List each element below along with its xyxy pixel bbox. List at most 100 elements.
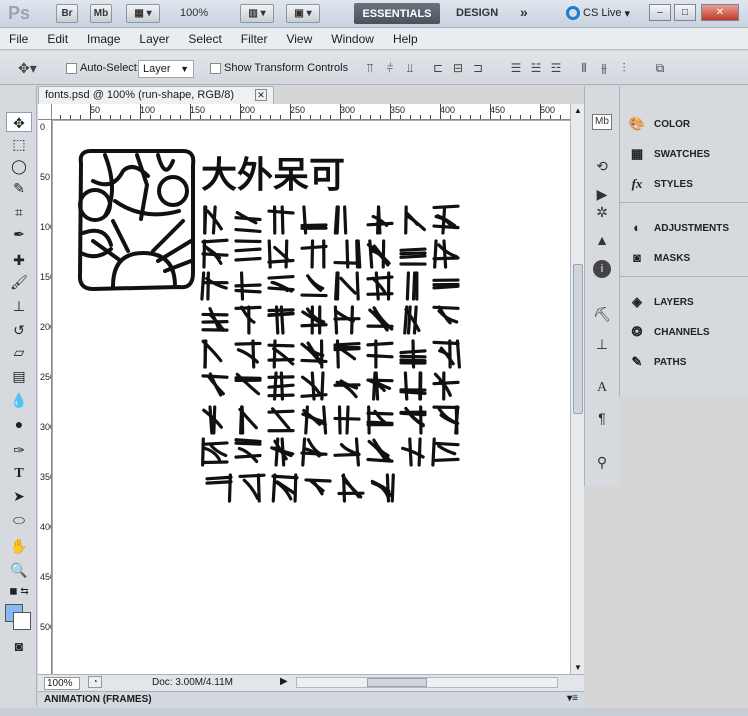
animation-panel-label: ANIMATION (FRAMES) [44,694,152,705]
quick-mask-icon[interactable]: ◙ [6,636,32,656]
gradient-tool-icon[interactable]: ▤ [6,366,32,386]
scroll-down-icon[interactable]: ▼ [574,663,582,672]
marquee-tool-icon[interactable]: ⬚ [6,134,32,154]
panel-menu-icon[interactable]: ▾≡ [567,693,578,704]
character-icon[interactable]: A [592,378,612,398]
tool-presets-icon[interactable]: ⛏ [592,304,612,324]
align-left-icon[interactable]: ⊏ [430,61,446,75]
menu-select[interactable]: Select [188,32,230,46]
show-transform-checkbox[interactable] [210,63,221,74]
move-tool-preset-icon[interactable]: ✥▾ [18,61,37,75]
maximize-button[interactable]: □ [674,4,696,21]
close-icon[interactable]: ✕ [255,89,267,101]
lasso-tool-icon[interactable]: ◯ [6,156,32,176]
scrollbar-thumb[interactable] [573,264,583,414]
menu-layer[interactable]: Layer [139,32,178,46]
arrange-documents-button[interactable]: ▥ ▾ [240,4,274,23]
zoom-level-dropdown[interactable]: 100% [180,7,208,19]
quick-select-tool-icon[interactable]: ✎ [6,178,32,198]
bridge-button[interactable]: Br [56,4,78,23]
distribute-bottom-icon[interactable]: ☲ [548,61,564,75]
document-tab[interactable]: fonts.psd @ 100% (run-shape, RGB/8) ✕ [38,86,274,104]
glyph [333,437,361,467]
histogram-icon[interactable]: ▲ [592,230,612,250]
panel-color[interactable]: 🎨 COLOR [628,114,690,134]
scroll-up-icon[interactable]: ▲ [574,106,582,115]
vertical-scrollbar[interactable]: ▲ ▼ [570,104,584,674]
align-top-icon[interactable]: ⫪ [362,61,378,75]
menu-image[interactable]: Image [87,32,129,46]
mini-bridge-button[interactable]: Mb [90,4,112,23]
panel-paths[interactable]: ✎ PATHS [628,352,687,372]
actions-icon[interactable]: ▶ [592,184,612,204]
align-hcenter-icon[interactable]: ⊟ [450,61,466,75]
status-arrow-icon[interactable]: ▶ [280,676,288,687]
minimize-button[interactable]: – [649,4,671,21]
pen-tool-icon[interactable]: ✑ [6,440,32,460]
document-canvas[interactable]: 大外呆可 [53,121,570,674]
navigator-icon[interactable]: ✲ [592,202,612,222]
horizontal-scrollbar-thumb[interactable] [367,678,427,687]
mini-bridge-icon[interactable]: Mb [592,114,612,130]
brush-presets-icon[interactable]: ⚲ [592,452,612,472]
panel-masks[interactable]: ◙ MASKS [628,248,690,268]
panel-layers[interactable]: ◈ LAYERS [628,292,694,312]
eraser-tool-icon[interactable]: ▱ [6,342,32,362]
panel-swatches[interactable]: ▦ SWATCHES [628,144,710,164]
ruler-origin[interactable] [38,104,52,120]
align-vcenter-icon[interactable]: ⫩ [382,61,398,75]
paragraph-icon[interactable]: ¶ [592,408,612,428]
shape-tool-icon[interactable]: ⬭ [6,510,32,530]
cs-live-button[interactable]: CS Live ▾ [566,6,630,20]
path-selection-tool-icon[interactable]: ➤ [6,486,32,506]
auto-select-dropdown[interactable]: Layer ▼ [138,60,194,78]
default-colors-icon[interactable]: ◼ ⇆ [6,582,32,602]
zoom-tool-icon[interactable]: 🔍 [6,560,32,580]
brush-tool-icon[interactable]: 🖌 [6,272,32,292]
menu-view[interactable]: View [286,32,321,46]
align-bottom-icon[interactable]: ⫫ [402,61,418,75]
close-button[interactable]: ✕ [701,4,739,21]
blur-tool-icon[interactable]: 💧 [6,390,32,410]
auto-select-checkbox[interactable] [66,63,77,74]
vertical-ruler[interactable]: 0 50 100 150 200 250 300 350 400 450 500 [38,120,52,674]
view-extras-button[interactable]: ▦ ▾ [126,4,160,23]
auto-align-icon[interactable]: ⧉ [652,61,668,75]
status-menu-icon[interactable]: ◔ [88,676,102,688]
history-brush-tool-icon[interactable]: ↺ [6,320,32,340]
screen-mode-button[interactable]: ▣ ▾ [286,4,320,23]
clone-stamp-tool-icon[interactable]: ⊥ [6,296,32,316]
horizontal-scrollbar[interactable] [296,677,558,688]
distribute-right-icon[interactable]: ⫶ [616,61,632,75]
healing-brush-tool-icon[interactable]: ✚ [6,250,32,270]
history-icon[interactable]: ⟲ [592,156,612,176]
clone-source-icon[interactable]: ⊥ [592,334,612,354]
distribute-top-icon[interactable]: ☰ [508,61,524,75]
menu-help[interactable]: Help [393,32,427,46]
distribute-hcenter-icon[interactable]: ⫵ [596,61,612,75]
horizontal-ruler[interactable]: 0 50 100 150 200 250 300 350 400 450 500 [52,104,570,120]
crop-tool-icon[interactable]: ⌗ [6,202,32,222]
workspace-design-button[interactable]: DESIGN [456,7,498,19]
align-right-icon[interactable]: ⊐ [470,61,486,75]
menu-filter[interactable]: Filter [241,32,277,46]
move-tool-icon[interactable]: ✥ [6,112,32,132]
hand-tool-icon[interactable]: ✋ [6,536,32,556]
background-color-swatch[interactable] [13,612,31,630]
distribute-left-icon[interactable]: ⫴ [576,61,592,75]
animation-panel[interactable]: ANIMATION (FRAMES) ▾≡ [38,691,584,708]
eyedropper-tool-icon[interactable]: ✒ [6,224,32,244]
menu-window[interactable]: Window [331,32,383,46]
more-workspaces-button[interactable]: » [520,4,528,20]
workspace-essentials-button[interactable]: ESSENTIALS [354,3,440,24]
menu-edit[interactable]: Edit [47,32,77,46]
panel-styles[interactable]: fx STYLES [628,174,693,194]
distribute-vcenter-icon[interactable]: ☱ [528,61,544,75]
dodge-tool-icon[interactable]: ● [6,414,32,434]
zoom-field[interactable]: 100% [44,677,80,690]
type-tool-icon[interactable]: T [6,464,32,484]
info-icon[interactable]: i [593,260,611,278]
panel-channels[interactable]: ❂ CHANNELS [628,322,710,342]
panel-adjustments[interactable]: ◐ ADJUSTMENTS [628,218,729,238]
menu-file[interactable]: File [9,32,37,46]
